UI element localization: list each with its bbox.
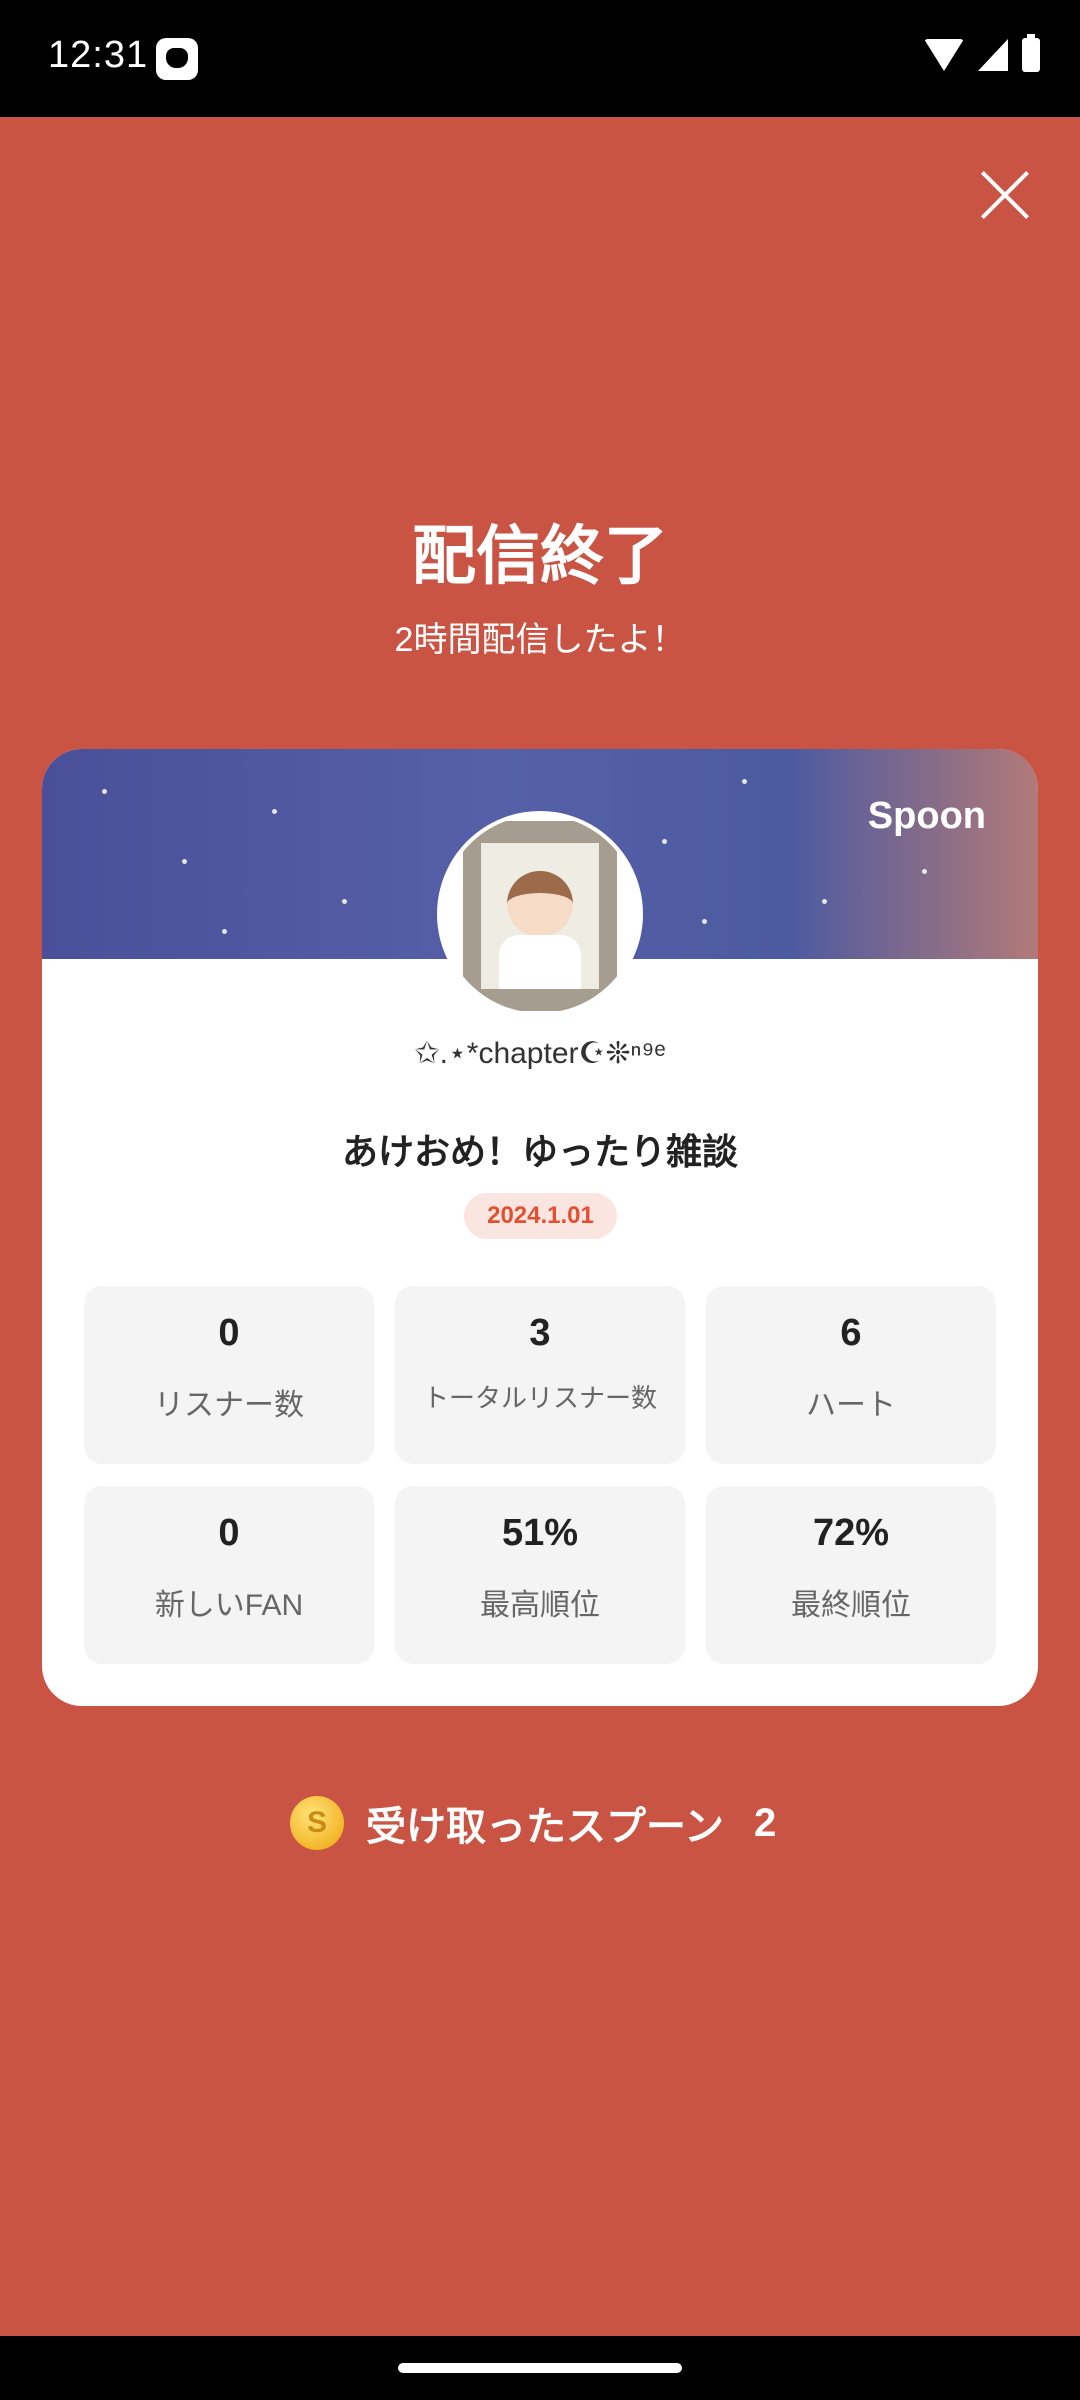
spoons-label: 受け取ったスプーン bbox=[366, 1805, 724, 1849]
stat-label: 最高順位 bbox=[480, 1589, 600, 1622]
username: ✩.⋆*chapter☪︎❊ⁿ⁹ᵉ bbox=[414, 1037, 666, 1070]
stat-total-listeners: 3 トータルリスナー数 bbox=[395, 1286, 685, 1464]
spoons-received: S 受け取ったスプーン 2 bbox=[290, 1793, 776, 1853]
stat-value: 0 bbox=[218, 1312, 240, 1354]
home-indicator[interactable] bbox=[398, 2363, 682, 2373]
stat-value: 6 bbox=[840, 1312, 862, 1354]
status-time: 12:31 bbox=[48, 34, 149, 76]
stat-label: リスナー数 bbox=[154, 1389, 304, 1422]
stat-final-rank: 72% 最終順位 bbox=[706, 1486, 996, 1664]
stat-value: 3 bbox=[529, 1312, 551, 1354]
stat-new-fans: 0 新しいFAN bbox=[84, 1486, 374, 1664]
stat-value: 72% bbox=[812, 1512, 890, 1554]
status-bar: 12:31 bbox=[0, 0, 1080, 117]
broadcast-summary-card: Spoon ✩.⋆*chapter☪︎❊ⁿ⁹ᵉ あけおめ！ゆったり雑談 2024… bbox=[42, 749, 1038, 1706]
date-badge: 2024.1.01 bbox=[464, 1193, 617, 1239]
page-subtitle: 2時間配信したよ！ bbox=[394, 621, 686, 659]
battery-icon bbox=[1022, 34, 1040, 72]
stat-highest-rank: 51% 最高順位 bbox=[395, 1486, 685, 1664]
avatar bbox=[437, 811, 643, 1017]
stat-label: ハート bbox=[806, 1389, 896, 1422]
stat-value: 0 bbox=[218, 1512, 240, 1554]
spoon-coin-icon: S bbox=[290, 1796, 344, 1850]
stat-label: 最終順位 bbox=[791, 1589, 911, 1622]
stat-label: トータルリスナー数 bbox=[422, 1383, 657, 1413]
close-icon[interactable] bbox=[975, 165, 1035, 225]
app-notification-icon bbox=[156, 38, 198, 80]
signal-icon bbox=[978, 39, 1008, 71]
status-icons bbox=[924, 34, 1040, 72]
page-title: 配信終了 bbox=[412, 520, 668, 592]
broadcast-title: あけおめ！ゆったり雑談 bbox=[341, 1131, 738, 1172]
spoon-logo: Spoon bbox=[867, 795, 986, 837]
spoons-count: 2 bbox=[754, 1800, 777, 1845]
wifi-icon bbox=[924, 39, 964, 71]
stat-label: 新しいFAN bbox=[154, 1589, 304, 1622]
stat-value: 51% bbox=[501, 1512, 579, 1554]
stat-hearts: 6 ハート bbox=[706, 1286, 996, 1464]
stat-listeners: 0 リスナー数 bbox=[84, 1286, 374, 1464]
